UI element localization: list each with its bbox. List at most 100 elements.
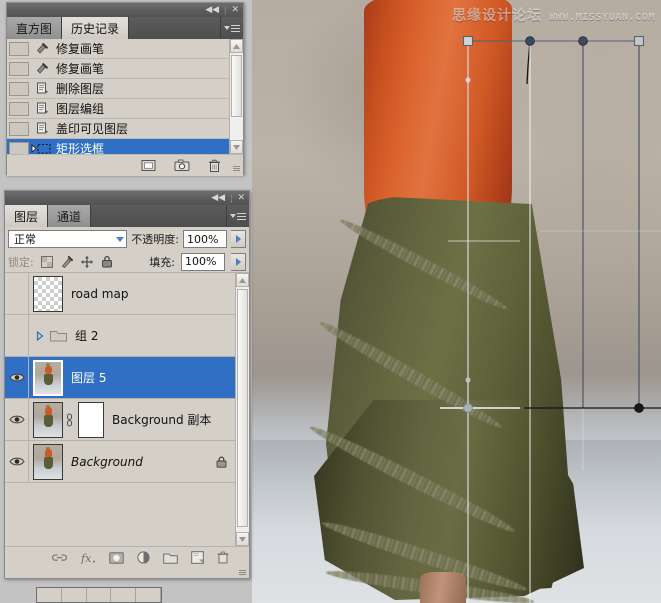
toolbar-cell[interactable]: [111, 588, 136, 602]
link-mask-icon[interactable]: [63, 413, 75, 427]
layers-panel-footer[interactable]: fx: [5, 546, 249, 568]
layers-panel[interactable]: ◀◀ | ✕ 图层 通道 正常 不透明度: 100% 锁定:: [4, 190, 250, 579]
history-scrollbar[interactable]: [229, 39, 243, 154]
history-state-label: 删除图层: [53, 80, 104, 97]
toolbar-cell[interactable]: [136, 588, 161, 602]
history-state-row-selected[interactable]: 矩形选框: [7, 139, 243, 154]
history-state-row[interactable]: 修复画笔: [7, 59, 243, 79]
fill-input[interactable]: 100%: [181, 253, 225, 271]
history-state-row[interactable]: 图层编组: [7, 99, 243, 119]
layer-blend-options-row[interactable]: 正常 不透明度: 100%: [5, 227, 249, 251]
folder-icon: [49, 329, 67, 342]
scrollbar-thumb[interactable]: [231, 55, 242, 117]
new-document-from-state-icon[interactable]: [141, 159, 156, 172]
panel-resize-grip[interactable]: [233, 166, 240, 171]
layers-panel-tabstrip[interactable]: 图层 通道: [5, 205, 249, 227]
tab-layers[interactable]: 图层: [5, 205, 48, 227]
toolbar-cell[interactable]: [62, 588, 87, 602]
layer-lock-row[interactable]: 锁定: 填充: 100%: [5, 251, 249, 273]
new-layer-icon[interactable]: [191, 551, 204, 564]
blend-mode-select[interactable]: 正常: [8, 230, 127, 248]
history-snapshot-checkbox[interactable]: [9, 42, 29, 56]
rectangular-marquee-icon: [31, 142, 53, 154]
layers-panel-titlebar[interactable]: ◀◀ | ✕: [5, 191, 249, 205]
layer-visibility-toggle[interactable]: [5, 399, 29, 440]
delete-layer-icon[interactable]: [217, 551, 229, 564]
delete-state-icon[interactable]: [208, 159, 221, 173]
layer-row-background-copy[interactable]: Background 副本: [5, 399, 249, 441]
lock-all-icon[interactable]: [100, 255, 114, 269]
layer-row-road-map[interactable]: road map: [5, 273, 249, 315]
layer-visibility-toggle[interactable]: [5, 357, 29, 398]
chevron-down-icon: [224, 26, 230, 30]
layer-style-fx-icon[interactable]: fx: [80, 552, 96, 564]
layer-thumbnail[interactable]: [33, 402, 63, 438]
layer-visibility-toggle[interactable]: [5, 441, 29, 482]
history-snapshot-checkbox[interactable]: [9, 62, 29, 76]
history-panel[interactable]: ◀◀ | ✕ 直方图 历史记录 修复画笔: [6, 2, 244, 175]
scrollbar-thumb[interactable]: [237, 289, 248, 527]
history-snapshot-checkbox[interactable]: [9, 122, 29, 136]
svg-text:fx: fx: [80, 552, 92, 564]
history-panel-tabstrip[interactable]: 直方图 历史记录: [7, 17, 243, 39]
layer-thumbnail[interactable]: [33, 276, 63, 312]
layer-row-layer-5-selected[interactable]: 图层 5: [5, 357, 249, 399]
layer-visibility-toggle[interactable]: [5, 315, 29, 356]
scroll-up-arrow-icon[interactable]: [230, 39, 243, 53]
history-snapshot-checkbox[interactable]: [9, 142, 29, 155]
history-state-row[interactable]: 盖印可见图层: [7, 119, 243, 139]
history-panel-titlebar[interactable]: ◀◀ | ✕: [7, 3, 243, 17]
collapse-icon[interactable]: ◀◀: [211, 194, 225, 203]
layer-thumbnail[interactable]: [33, 444, 63, 480]
add-layer-mask-icon[interactable]: [109, 552, 124, 564]
titlebar-separator: |: [224, 5, 226, 15]
layer-row-background[interactable]: Background: [5, 441, 249, 483]
eye-icon: [9, 414, 25, 425]
layer-visibility-toggle[interactable]: [5, 273, 29, 314]
panel-menu-icon[interactable]: [227, 205, 249, 227]
history-state-row[interactable]: 删除图层: [7, 79, 243, 99]
history-state-label: 矩形选框: [53, 140, 104, 154]
eye-icon: [9, 372, 25, 383]
history-snapshot-checkbox[interactable]: [9, 102, 29, 116]
opacity-input[interactable]: 100%: [183, 230, 227, 248]
layer-thumbnail[interactable]: [33, 360, 63, 396]
adjustment-layer-icon[interactable]: [137, 551, 150, 564]
layer-name: Background: [71, 455, 143, 469]
close-icon[interactable]: ✕: [237, 194, 245, 203]
layer-list[interactable]: road map 组 2 图层: [5, 273, 249, 546]
image-canvas[interactable]: 思缘设计论坛 WWW.MISSYUAN.COM: [252, 0, 661, 603]
lock-position-icon[interactable]: [80, 255, 94, 269]
tab-channels[interactable]: 通道: [48, 205, 91, 227]
history-state-label: 修复画笔: [53, 40, 104, 57]
toolbar-cell[interactable]: [37, 588, 62, 602]
tab-history[interactable]: 历史记录: [62, 17, 129, 39]
layers-scrollbar[interactable]: [235, 273, 249, 546]
layer-mask-thumbnail[interactable]: [78, 402, 104, 438]
history-state-list[interactable]: 修复画笔 修复画笔 删除图层 图层: [7, 39, 243, 154]
scroll-down-arrow-icon[interactable]: [236, 532, 249, 546]
history-snapshot-checkbox[interactable]: [9, 82, 29, 96]
toolbar-cell[interactable]: [87, 588, 112, 602]
layer-icon: [31, 102, 53, 115]
link-layers-icon[interactable]: [52, 552, 67, 563]
panel-menu-icon[interactable]: [221, 17, 243, 39]
group-expand-arrow-icon[interactable]: [33, 331, 47, 341]
lock-image-pixels-icon[interactable]: [60, 255, 74, 269]
scroll-up-arrow-icon[interactable]: [236, 273, 249, 287]
scroll-down-arrow-icon[interactable]: [230, 140, 243, 154]
create-snapshot-icon[interactable]: [174, 159, 190, 172]
layer-row-group-2[interactable]: 组 2: [5, 315, 249, 357]
new-group-icon[interactable]: [163, 552, 178, 564]
history-panel-footer[interactable]: [7, 154, 243, 176]
partial-bottom-toolbar[interactable]: [36, 587, 162, 603]
lock-transparent-pixels-icon[interactable]: [40, 255, 54, 269]
collapse-icon[interactable]: ◀◀: [205, 6, 219, 15]
fill-stepper[interactable]: [231, 253, 246, 271]
opacity-stepper[interactable]: [231, 230, 246, 248]
history-state-row[interactable]: 修复画笔: [7, 39, 243, 59]
close-icon[interactable]: ✕: [231, 6, 239, 15]
tab-histogram[interactable]: 直方图: [7, 17, 62, 39]
hamburger-icon: [231, 25, 240, 32]
panel-resize-grip[interactable]: [239, 570, 246, 575]
